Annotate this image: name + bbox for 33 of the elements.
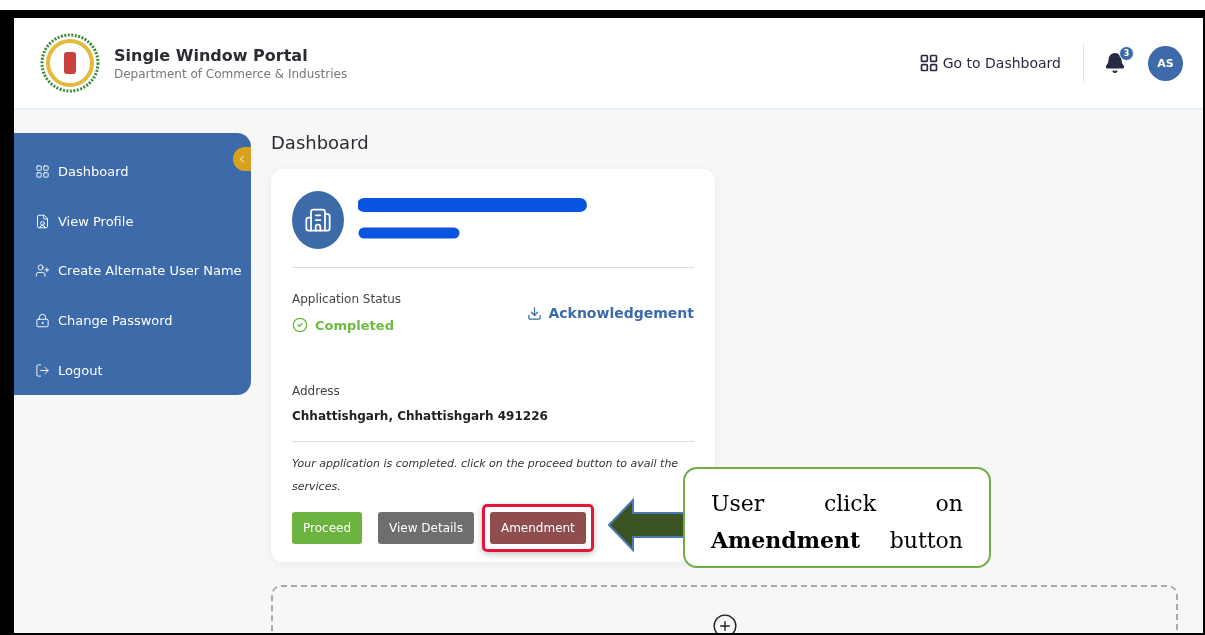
sidebar-item[interactable]: Logout bbox=[35, 345, 103, 395]
sidebar-item[interactable]: Change Password bbox=[35, 295, 173, 346]
sidebar-item[interactable]: Create Alternate User Name bbox=[35, 246, 242, 296]
amendment-button[interactable]: Amendment bbox=[489, 512, 586, 544]
check-icon bbox=[292, 317, 308, 333]
bell-icon[interactable] bbox=[1104, 52, 1126, 74]
profile-icon bbox=[35, 213, 50, 229]
lock-icon bbox=[35, 313, 50, 329]
building-icon bbox=[292, 191, 344, 249]
address-label: Address bbox=[292, 384, 340, 398]
page-title: Dashboard bbox=[271, 132, 370, 153]
acknowledgement-link[interactable]: Acknowledgement bbox=[527, 304, 694, 322]
address-value: Chhattishgarh, Chhattishgarh 491226 bbox=[292, 409, 549, 423]
portal-title: Single Window Portal bbox=[114, 45, 309, 65]
notification-count: 3 bbox=[1119, 46, 1134, 61]
status-value: Completed bbox=[292, 317, 402, 333]
callout-text: User click on Amendment button bbox=[683, 467, 991, 568]
details-button[interactable]: View Details bbox=[378, 512, 474, 544]
logout-icon bbox=[35, 362, 50, 378]
status-label: Application Status bbox=[292, 292, 402, 306]
portal-subtitle: Department of Commerce & Industries bbox=[114, 66, 348, 81]
go-to-dashboard-link[interactable]: Go to Dashboard bbox=[918, 43, 1084, 83]
sidebar-item[interactable]: Dashboard bbox=[35, 147, 129, 197]
grid-icon bbox=[918, 53, 939, 73]
add-card-area[interactable] bbox=[271, 585, 1178, 633]
completion-note: Your application is completed. click on the proceed button to avail the services. bbox=[292, 456, 680, 495]
collapse-button[interactable] bbox=[233, 147, 251, 171]
plus-icon bbox=[711, 613, 738, 633]
grid-icon bbox=[35, 164, 50, 180]
user-avatar[interactable]: AS bbox=[1148, 45, 1183, 81]
add-user-icon bbox=[35, 263, 50, 279]
sidebar-item[interactable]: View Profile bbox=[35, 196, 134, 247]
download-icon bbox=[527, 305, 543, 321]
